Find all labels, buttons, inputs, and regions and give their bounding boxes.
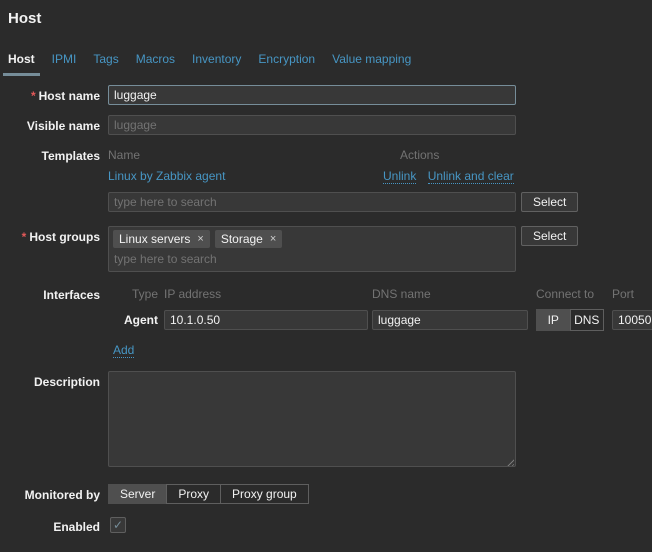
host-config-form: Host Host IPMI Tags Macros Inventory Enc… <box>0 0 652 552</box>
interface-ip-column-header: IP address <box>164 287 222 301</box>
host-groups-search-input[interactable] <box>112 249 392 269</box>
check-icon: ✓ <box>112 518 124 532</box>
interfaces-header: Type IP address DNS name Connect to Port <box>108 284 652 301</box>
interface-row-agent: Agent IP DNS <box>108 309 652 331</box>
required-asterisk: * <box>21 230 27 244</box>
chip-remove-icon[interactable]: × <box>197 233 203 245</box>
templates-name-column-header: Name <box>108 148 141 162</box>
description-row: Description <box>0 371 652 470</box>
tab-encryption[interactable]: Encryption <box>253 52 320 76</box>
monitored-by-proxy-group-button[interactable]: Proxy group <box>220 484 309 504</box>
enabled-row: Enabled ✓ <box>0 516 652 534</box>
connect-to-toggle: IP DNS <box>536 309 604 331</box>
enabled-label: Enabled <box>53 520 100 534</box>
connect-to-dns-button[interactable]: DNS <box>569 309 604 331</box>
host-groups-row: *Host groups Linux servers× Storage× Sel… <box>0 226 652 272</box>
connect-to-ip-button[interactable]: IP <box>536 309 571 331</box>
interface-port-input[interactable] <box>612 310 652 330</box>
add-interface-link[interactable]: Add <box>113 343 135 358</box>
unlink-link[interactable]: Unlink <box>383 169 417 184</box>
unlink-and-clear-link[interactable]: Unlink and clear <box>427 169 514 184</box>
visible-name-input[interactable] <box>108 115 516 135</box>
host-groups-label: * Host groups <box>21 230 100 244</box>
template-row: Linux by Zabbix agent Unlink Unlink and … <box>108 169 516 184</box>
templates-label: Templates <box>41 149 100 163</box>
template-link[interactable]: Linux by Zabbix agent <box>108 169 225 183</box>
interfaces-row: Interfaces Type IP address DNS name Conn… <box>0 284 652 358</box>
tab-macros[interactable]: Macros <box>131 52 180 76</box>
templates-actions-column-header: Actions <box>400 148 440 162</box>
interface-type-column-header: Type <box>131 287 158 301</box>
monitored-by-proxy-button[interactable]: Proxy <box>166 484 222 504</box>
interface-dns-input[interactable] <box>372 310 528 330</box>
interfaces-label: Interfaces <box>43 288 100 302</box>
host-groups-chips: Linux servers × Storage × <box>112 229 512 249</box>
tab-ipmi[interactable]: IPMI <box>47 52 82 76</box>
interface-connect-column-header: Connect to <box>536 287 595 301</box>
templates-select-button[interactable]: Select <box>521 192 579 212</box>
host-group-chip[interactable]: Storage × <box>214 230 283 248</box>
required-asterisk: * <box>30 89 36 103</box>
visible-name-row: Visible name <box>0 115 652 135</box>
host-groups-multiselect[interactable]: Linux servers × Storage × <box>108 226 516 272</box>
titlebar: Host <box>0 0 652 27</box>
tab-inventory[interactable]: Inventory <box>187 52 246 76</box>
host-group-chip[interactable]: Linux servers × <box>113 230 210 248</box>
templates-search-input[interactable] <box>108 192 516 212</box>
interface-port-column-header: Port <box>612 287 635 301</box>
monitored-by-server-button[interactable]: Server <box>108 484 168 504</box>
templates-search-line: Select <box>108 192 652 212</box>
tab-tags[interactable]: Tags <box>88 52 123 76</box>
description-label: Description <box>33 375 100 389</box>
interface-dns-column-header: DNS name <box>372 287 431 301</box>
monitored-by-toggle: Server Proxy Proxy group <box>108 484 652 504</box>
monitored-by-row: Monitored by Server Proxy Proxy group <box>0 484 652 504</box>
description-textarea[interactable] <box>108 371 516 467</box>
page-title: Host <box>8 10 42 27</box>
enabled-checkbox[interactable]: ✓ <box>110 517 126 533</box>
chip-remove-icon[interactable]: × <box>270 233 276 245</box>
host-name-label: * Host name <box>30 89 100 103</box>
host-form: *Host name Visible name Templates Name A… <box>0 85 652 534</box>
templates-header: Name Actions <box>108 145 516 162</box>
templates-row: Templates Name Actions Linux by Zabbix a… <box>0 145 652 212</box>
host-groups-select-button[interactable]: Select <box>521 226 579 246</box>
interface-type-label: Agent <box>124 313 158 327</box>
tab-host[interactable]: Host <box>3 52 40 76</box>
interface-ip-input[interactable] <box>164 310 368 330</box>
host-name-input[interactable] <box>108 85 516 105</box>
tab-value-mapping[interactable]: Value mapping <box>327 52 416 76</box>
visible-name-label: Visible name <box>26 119 100 133</box>
monitored-by-label: Monitored by <box>24 488 100 502</box>
tab-bar: Host IPMI Tags Macros Inventory Encrypti… <box>0 52 652 76</box>
host-name-row: * Host name <box>0 85 652 105</box>
